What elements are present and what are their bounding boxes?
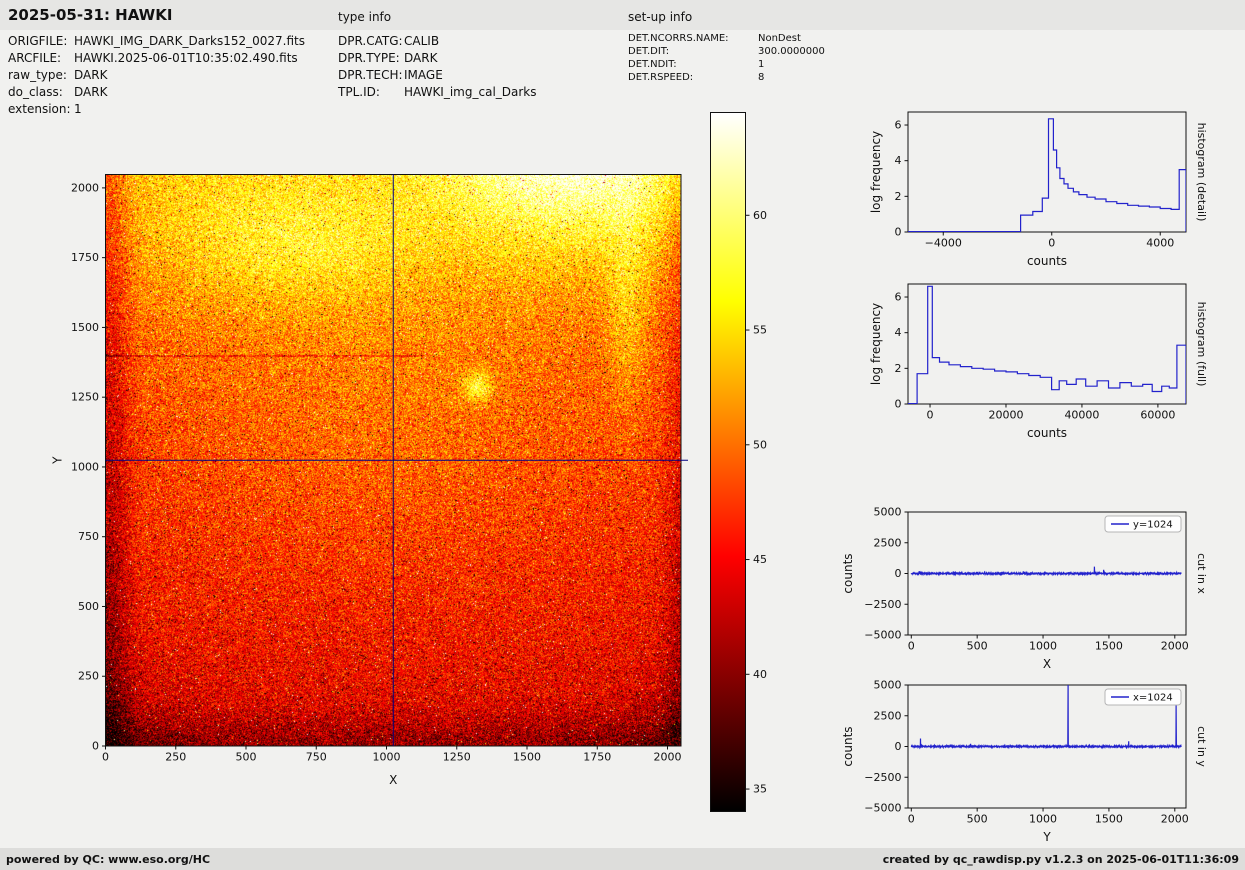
dark_frame-xtick-label: 500 (236, 751, 257, 764)
colorbar-tick-label: 45 (753, 553, 767, 566)
colorbar-tick-label: 50 (753, 438, 767, 451)
plots-overlay: 0250500750100012501500175020000250500750… (0, 0, 1245, 870)
cut_y-xtick-label: 1000 (1029, 813, 1057, 826)
dark_frame-ytick-label: 2000 (71, 181, 99, 194)
cut_x-ytick-label: 5000 (874, 506, 902, 519)
cut_y-xtick-label: 500 (967, 813, 988, 826)
hist_detail-side-label: histogram (detail) (1195, 123, 1208, 222)
cut_y-ytick-label: −2500 (864, 771, 901, 784)
dark_frame-ytick-label: 1000 (71, 460, 99, 473)
hist_detail-xtick-label: −4000 (925, 237, 962, 250)
cut_x-ylabel: counts (841, 553, 855, 593)
hist_full-xtick-label: 40000 (1064, 409, 1099, 422)
dark_frame-ytick-label: 0 (92, 740, 99, 753)
cut_y-ytick-label: 0 (895, 740, 902, 753)
hist_full-ytick-label: 4 (895, 326, 902, 339)
dark_frame-ytick-label: 500 (78, 600, 99, 613)
dark_frame-ytick-label: 250 (78, 670, 99, 683)
cut_x-legend-label: y=1024 (1133, 520, 1173, 531)
hist_full-ylabel: log frequency (869, 303, 883, 385)
colorbar-tick-label: 35 (753, 783, 767, 796)
hist_detail-ytick-label: 4 (895, 154, 902, 167)
hist_full-xtick-label: 20000 (988, 409, 1023, 422)
cut_x-side-label: cut in x (1195, 553, 1208, 594)
cut_x-line (911, 567, 1181, 575)
hist_detail-ytick-label: 0 (895, 226, 902, 239)
hist_full-line (908, 286, 1186, 403)
dark_frame-xlabel: X (389, 773, 397, 787)
qc-report-page: { "header": { "title": "2025-05-31: HAWK… (0, 0, 1245, 870)
dark_frame-ytick-label: 1250 (71, 391, 99, 404)
hist_detail-frame (908, 112, 1186, 232)
cut_x-ytick-label: −2500 (864, 598, 901, 611)
dark_frame-xtick-label: 1750 (583, 751, 611, 764)
cut_y-xlabel: Y (1042, 830, 1051, 844)
hist_detail-ytick-label: 2 (895, 190, 902, 203)
cut_x-xtick-label: 1000 (1029, 640, 1057, 653)
cut_x-xtick-label: 2000 (1161, 640, 1189, 653)
cut_y-ytick-label: 2500 (874, 709, 902, 722)
colorbar-tick-label: 40 (753, 668, 767, 681)
dark_frame-xtick-label: 250 (165, 751, 186, 764)
cut_y-ytick-label: 5000 (874, 679, 902, 692)
cut_x-xlabel: X (1043, 657, 1051, 671)
hist_detail-line (908, 119, 1186, 232)
cut_y-side-label: cut in y (1195, 726, 1208, 767)
dark_frame-ytick-label: 1750 (71, 251, 99, 264)
dark_frame-ylabel: Y (51, 456, 65, 465)
cut_x-xtick-label: 1500 (1095, 640, 1123, 653)
hist_full-side-label: histogram (full) (1195, 302, 1208, 387)
colorbar-tick-label: 60 (753, 209, 767, 222)
cut_y-ytick-label: −5000 (864, 802, 901, 815)
hist_full-ytick-label: 2 (895, 362, 902, 375)
cut_y-ylabel: counts (841, 726, 855, 766)
cut_x-ytick-label: −5000 (864, 629, 901, 642)
hist_detail-xtick-label: 0 (1048, 237, 1055, 250)
footer-bar: powered by QC: www.eso.org/HC created by… (0, 848, 1245, 870)
cut_x-ytick-label: 0 (895, 567, 902, 580)
hist_full-ytick-label: 0 (895, 398, 902, 411)
dark_frame-xtick-label: 1000 (373, 751, 401, 764)
dark_frame-xtick-label: 2000 (654, 751, 682, 764)
hist_detail-xtick-label: 4000 (1146, 237, 1174, 250)
hist_full-xtick-label: 0 (927, 409, 934, 422)
dark_frame-xtick-label: 750 (306, 751, 327, 764)
dark_frame-xtick-label: 0 (102, 751, 109, 764)
hist_detail-xlabel: counts (1027, 254, 1067, 268)
hist_detail-ytick-label: 6 (895, 119, 902, 132)
cut_x-xtick-label: 0 (908, 640, 915, 653)
cut_y-legend-label: x=1024 (1133, 693, 1173, 704)
hist_full-xlabel: counts (1027, 426, 1067, 440)
cut_x-ytick-label: 2500 (874, 536, 902, 549)
dark_frame-xtick-label: 1500 (513, 751, 541, 764)
cut_y-xtick-label: 2000 (1161, 813, 1189, 826)
dark_frame-ytick-label: 750 (78, 530, 99, 543)
cut_x-xtick-label: 500 (967, 640, 988, 653)
hist_full-xtick-label: 60000 (1140, 409, 1175, 422)
cut_y-xtick-label: 1500 (1095, 813, 1123, 826)
cut_y-xtick-label: 0 (908, 813, 915, 826)
footer-left-text: powered by QC: www.eso.org/HC (6, 853, 210, 866)
dark_frame-ytick-label: 1500 (71, 321, 99, 334)
hist_full-frame (908, 284, 1186, 404)
hist_full-ytick-label: 6 (895, 291, 902, 304)
dark_frame-xtick-label: 1250 (443, 751, 471, 764)
footer-right-text: created by qc_rawdisp.py v1.2.3 on 2025-… (883, 853, 1239, 866)
hist_detail-ylabel: log frequency (869, 131, 883, 213)
colorbar-tick-label: 55 (753, 324, 767, 337)
